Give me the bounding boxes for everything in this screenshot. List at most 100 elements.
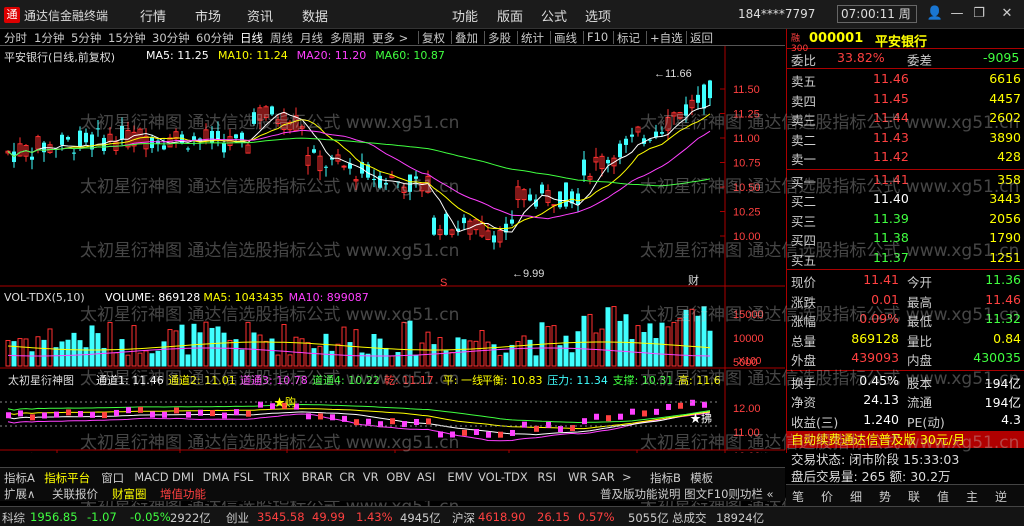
indicator-block	[582, 418, 587, 425]
period-tab-4[interactable]: 30分钟	[152, 30, 190, 46]
period-tab-3[interactable]: 15分钟	[108, 30, 146, 46]
divider	[787, 369, 1024, 371]
volume-bar	[125, 354, 131, 367]
tool-button-5[interactable]: F10	[587, 30, 608, 44]
period-tab-5[interactable]: 60分钟	[196, 30, 234, 46]
bid-price[interactable]: 11.41	[873, 172, 909, 187]
bid-label: 买三	[791, 213, 817, 229]
menu-1[interactable]: 市场	[195, 6, 221, 25]
stat-value: 430035	[973, 350, 1021, 365]
indicator-tab-16[interactable]: WR	[568, 470, 587, 484]
period-tab-8[interactable]: 月线	[300, 30, 323, 46]
indicator-tab-7[interactable]: TRIX	[264, 470, 290, 484]
volume-bar	[587, 313, 593, 367]
ask-price[interactable]: 11.44	[873, 110, 909, 125]
bid-price[interactable]: 11.38	[873, 230, 909, 245]
promo-banner[interactable]: 自动续费通达信普及版 30元/月	[787, 431, 1024, 448]
tool-button-7[interactable]: +自选	[650, 30, 683, 46]
extension-tab-1[interactable]: 关联报价	[52, 486, 98, 502]
menu-7[interactable]: 选项	[585, 6, 611, 25]
period-tab-0[interactable]: 分时	[4, 30, 27, 46]
indicator-tab-11[interactable]: OBV	[386, 470, 410, 484]
indicator-tab-6[interactable]: FSL	[233, 470, 253, 484]
extension-tab-0[interactable]: 扩展∧	[4, 486, 35, 502]
candle-body	[78, 130, 82, 147]
toolbar-separator	[583, 31, 584, 44]
period-tab-6[interactable]: 日线	[240, 30, 263, 46]
status-item: 26.15	[537, 510, 570, 524]
indicator-tab-8[interactable]: BRAR	[302, 470, 333, 484]
ask-price[interactable]: 11.46	[873, 71, 909, 86]
tool-button-2[interactable]: 多股	[488, 30, 511, 46]
maximize-icon[interactable]: ❐	[968, 4, 990, 24]
indicator-tab-13[interactable]: EMV	[447, 470, 472, 484]
period-tab-10[interactable]: 更多 >	[372, 30, 408, 46]
bid-price[interactable]: 11.39	[873, 211, 909, 226]
tool-button-6[interactable]: 标记	[617, 30, 640, 46]
period-tab-2[interactable]: 5分钟	[71, 30, 101, 46]
volume-bar	[545, 326, 551, 367]
menu-2[interactable]: 资讯	[247, 6, 273, 25]
menu-3[interactable]: 数据	[302, 6, 328, 25]
toolbar-separator	[484, 31, 485, 44]
chart-area[interactable]: 11.50 11.25 11.00 10.75 10.50 10.25 10.00 15000…	[0, 46, 785, 453]
period-tab-1[interactable]: 1分钟	[34, 30, 64, 46]
bottom-info[interactable]: 普及版功能说明 图文F10则功栏 «	[600, 486, 774, 502]
volume-bar	[485, 341, 491, 367]
candle-body	[558, 191, 562, 208]
period-tab-7[interactable]: 周线	[270, 30, 293, 46]
indicator-tab-9[interactable]: CR	[339, 470, 355, 484]
quote-tab-1[interactable]: 价	[821, 488, 833, 505]
quote-tab-7[interactable]: 逆	[995, 488, 1007, 505]
quote-tab-0[interactable]: 笔	[792, 488, 804, 505]
indicator-tab-18[interactable]: >	[622, 470, 632, 484]
indicator-block	[438, 431, 443, 438]
menu-5[interactable]: 版面	[497, 6, 523, 25]
indicator-block	[486, 431, 491, 438]
stat-label: 流通	[907, 395, 933, 410]
indicator-tab-17[interactable]: SAR	[591, 470, 614, 484]
quote-tab-5[interactable]: 值	[937, 488, 949, 505]
indicator-block	[342, 415, 347, 422]
menu-4[interactable]: 功能	[452, 6, 478, 25]
indicator-tab-12[interactable]: ASI	[417, 470, 436, 484]
indicator-tab-3[interactable]: MACD	[134, 470, 168, 484]
quote-tab-3[interactable]: 势	[879, 488, 891, 505]
ask-price[interactable]: 11.43	[873, 130, 909, 145]
minimize-icon[interactable]: —	[946, 4, 968, 24]
indicator-tab-4[interactable]: DMI	[172, 470, 194, 484]
bid-price[interactable]: 11.37	[873, 250, 909, 265]
quote-tab-6[interactable]: 主	[966, 488, 978, 505]
indicator-tab-15[interactable]: RSI	[537, 470, 556, 484]
volume-bar	[263, 340, 269, 367]
status-item: 科综	[2, 511, 25, 525]
user-icon[interactable]: 👤	[924, 4, 946, 24]
indicator-tab-10[interactable]: VR	[363, 470, 379, 484]
tool-button-1[interactable]: 叠加	[455, 30, 478, 46]
menu-6[interactable]: 公式	[541, 6, 567, 25]
close-icon[interactable]: ✕	[992, 4, 1022, 24]
status-item: -0.05%	[130, 510, 171, 524]
volume-bar	[113, 352, 119, 367]
tool-button-3[interactable]: 统计	[521, 30, 544, 46]
price-tick-label: 11.50	[733, 84, 760, 96]
menu-0[interactable]: 行情	[140, 6, 166, 25]
indicator-block	[450, 431, 455, 438]
indicator-tab-5[interactable]: DMA	[203, 470, 230, 484]
tool-button-0[interactable]: 复权	[422, 30, 445, 46]
tool-button-8[interactable]: 返回	[690, 30, 713, 46]
quote-tab-4[interactable]: 联	[908, 488, 920, 505]
period-tab-9[interactable]: 多周期	[330, 30, 365, 46]
volume-bar	[359, 352, 365, 367]
tool-button-4[interactable]: 画线	[554, 30, 577, 46]
indicator-tab-14[interactable]: VOL-TDX	[478, 470, 528, 484]
extension-tab-3[interactable]: 增值功能	[160, 486, 206, 502]
account-label[interactable]: 184****7797	[738, 7, 815, 21]
bid-price[interactable]: 11.40	[873, 191, 909, 206]
ask-price[interactable]: 11.45	[873, 91, 909, 106]
extension-tab-2[interactable]: 财富圈	[112, 486, 147, 502]
quote-tab-2[interactable]: 细	[850, 488, 862, 505]
volume-bar	[563, 335, 569, 367]
ask-price[interactable]: 11.42	[873, 149, 909, 164]
indicator-block	[66, 409, 71, 416]
